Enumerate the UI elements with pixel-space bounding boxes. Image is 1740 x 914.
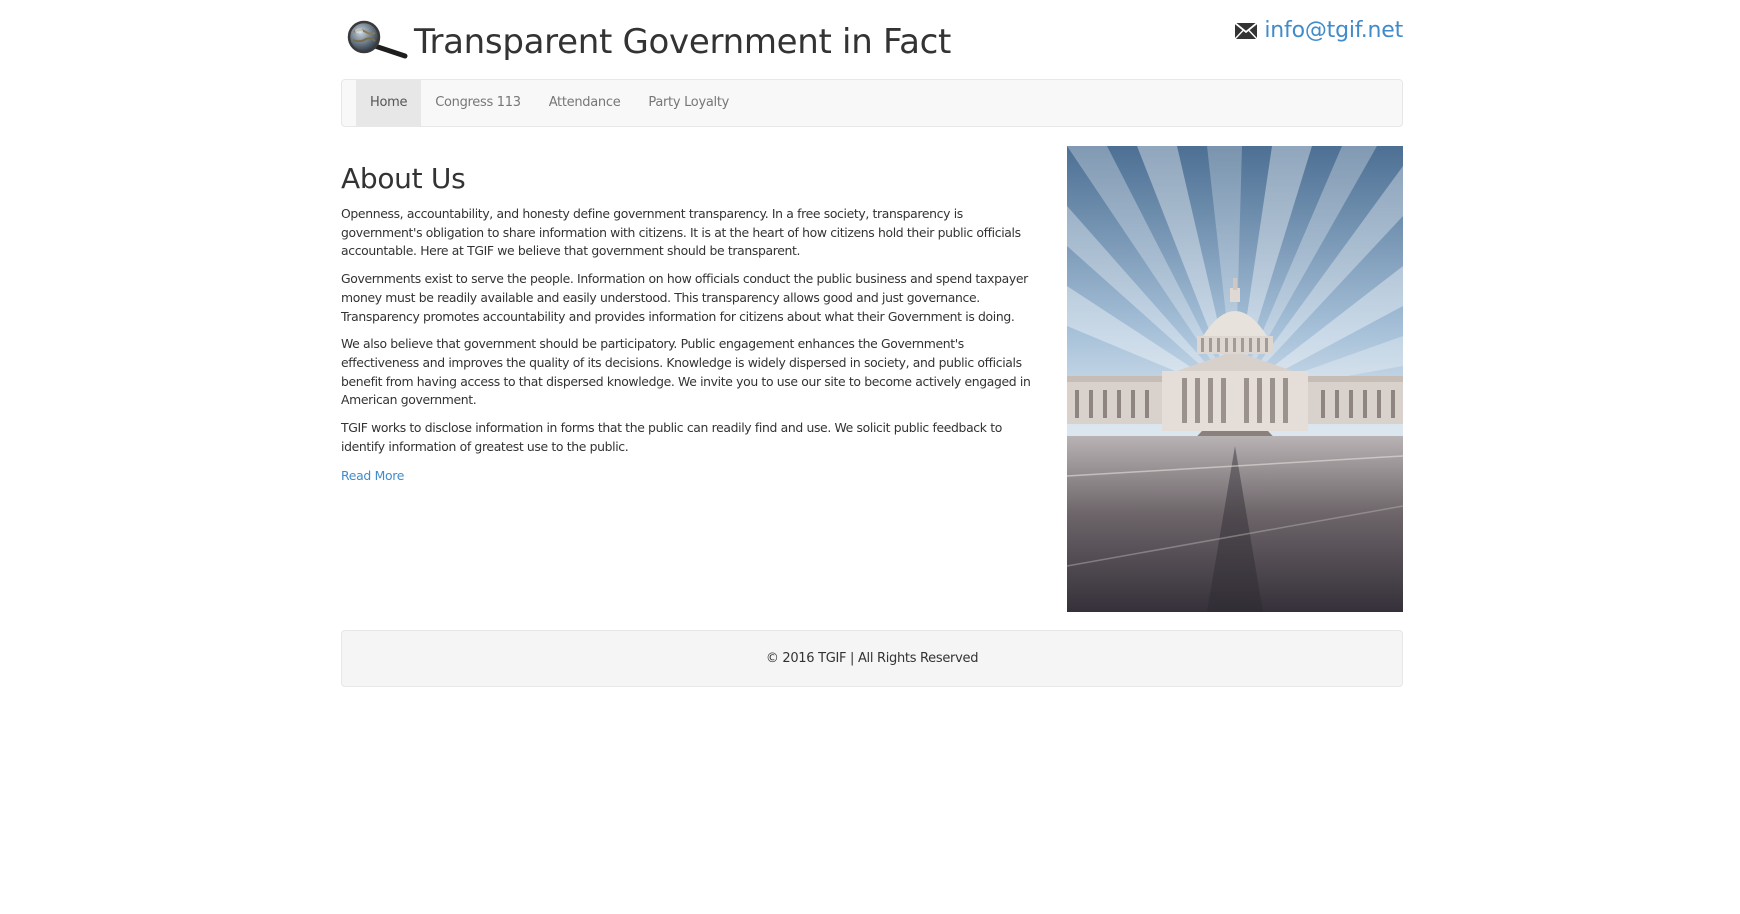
capitol-building-photo — [1067, 146, 1403, 612]
nav-list: Home Congress 113 Attendance Party Loyal… — [342, 80, 1402, 126]
magnifying-glass-globe-icon — [347, 20, 408, 59]
about-paragraph-3: We also believe that government should b… — [341, 336, 1031, 408]
capitol-photo-illustration — [1067, 146, 1403, 612]
logo-link[interactable] — [345, 18, 409, 62]
about-paragraph-2: Governments exist to serve the people. I… — [341, 271, 1028, 324]
site-header: Transparent Government in Fact info@tgif… — [341, 12, 1403, 72]
about-heading: About Us — [341, 162, 466, 195]
about-paragraph-4: TGIF works to disclose information in fo… — [341, 420, 1002, 454]
contact-email-link[interactable]: info@tgif.net — [1264, 18, 1403, 43]
nav-link-congress-113[interactable]: Congress 113 — [421, 80, 534, 126]
nav-item-attendance: Attendance — [535, 80, 635, 126]
footer-copyright: © 2016 TGIF | All Rights Reserved — [765, 651, 979, 666]
nav-item-home: Home — [356, 80, 422, 126]
nav-item-congress-113: Congress 113 — [421, 80, 534, 126]
nav-link-party-loyalty[interactable]: Party Loyalty — [634, 80, 743, 126]
main-navbar: Home Congress 113 Attendance Party Loyal… — [341, 79, 1403, 127]
envelope-icon — [1234, 21, 1258, 39]
about-section: About Us Openness, accountability, and h… — [341, 162, 1041, 484]
site-footer: © 2016 TGIF | All Rights Reserved — [341, 630, 1403, 687]
contact-email: info@tgif.net — [1234, 18, 1403, 43]
read-more-link[interactable]: Read More — [341, 468, 404, 483]
nav-link-attendance[interactable]: Attendance — [535, 80, 635, 126]
nav-link-home[interactable]: Home — [356, 80, 422, 126]
about-paragraph-1: Openness, accountability, and honesty de… — [341, 206, 1021, 259]
nav-item-party-loyalty: Party Loyalty — [634, 80, 743, 126]
site-title: Transparent Government in Fact — [414, 22, 952, 62]
